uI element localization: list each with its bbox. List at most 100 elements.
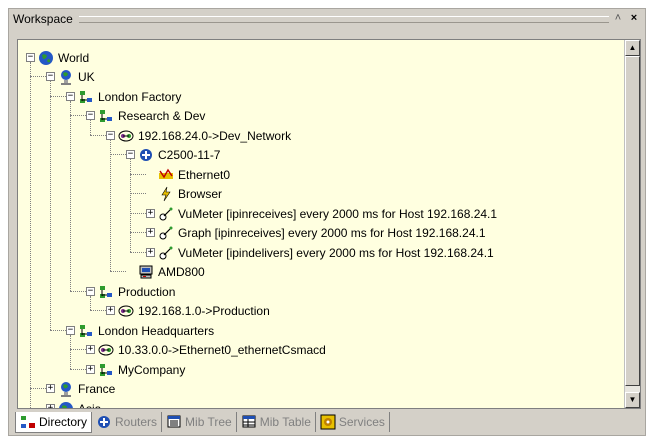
tree-line — [130, 159, 131, 252]
expand-icon[interactable]: + — [86, 365, 95, 374]
expand-icon[interactable]: + — [46, 404, 55, 408]
tree-node[interactable]: +10.33.0.0->Ethernet0_ethernetCsmacd — [86, 340, 326, 359]
meter-icon — [158, 225, 174, 241]
tree-line — [110, 140, 111, 271]
vertical-scrollbar[interactable]: ▲ ▼ — [624, 40, 640, 408]
directory-tree[interactable]: − World − UK − London Factory − Research & Dev −… — [17, 39, 641, 409]
tree-node[interactable]: AMD800 — [126, 262, 205, 281]
tree-node[interactable]: − UK — [46, 67, 95, 86]
tree-line — [70, 291, 86, 292]
collapse-icon[interactable]: − — [86, 111, 95, 120]
tree-node-label: Ethernet0 — [178, 167, 231, 182]
workspace-panel: Workspace ˄ × − World − UK − London Factory − R… — [8, 8, 646, 436]
mib-tree-icon — [166, 414, 182, 430]
tab-mib-tree[interactable]: Mib Tree — [162, 412, 237, 432]
tree-line — [110, 271, 126, 272]
tree-node[interactable]: − 192.168.24.0->Dev_Network — [106, 126, 291, 145]
tree-node-label: AMD800 — [158, 264, 205, 279]
interface-icon — [158, 167, 174, 183]
tree-line — [110, 154, 126, 155]
directory-icon — [20, 414, 36, 430]
pin-icon[interactable]: ˄ — [611, 11, 625, 25]
tab-label: Mib Table — [259, 415, 311, 429]
collapse-icon[interactable]: − — [26, 53, 35, 62]
routers-icon — [96, 414, 112, 430]
tree-line — [70, 115, 86, 116]
tree-node[interactable]: − Production — [86, 282, 175, 301]
router-icon — [138, 147, 154, 163]
tree-node-label: UK — [78, 69, 95, 84]
tree-node-label: VuMeter [ipindelivers] every 2000 ms for… — [178, 245, 494, 260]
tree-line — [70, 369, 86, 370]
browser-icon — [158, 186, 174, 202]
tree-node-label: Graph [ipinreceives] every 2000 ms for H… — [178, 225, 486, 240]
tree-node-label: London Factory — [98, 89, 182, 104]
tree-node-label: C2500-11-7 — [158, 147, 221, 162]
globe-icon — [38, 50, 54, 66]
expand-icon[interactable]: + — [46, 384, 55, 393]
tree-node[interactable]: − World — [26, 48, 89, 67]
tab-routers[interactable]: Routers — [92, 412, 163, 432]
tree-node-label: World — [58, 50, 90, 65]
globe-icon — [58, 401, 74, 408]
tab-label: Routers — [115, 415, 158, 429]
tab-services[interactable]: Services — [316, 412, 390, 432]
tree-line — [130, 174, 146, 175]
tree-node-label: London Headquarters — [98, 323, 215, 338]
tree-node[interactable]: +192.168.1.0->Production — [106, 301, 270, 320]
expand-icon[interactable]: + — [86, 345, 95, 354]
expand-icon[interactable]: + — [146, 209, 155, 218]
tree-line — [70, 349, 86, 350]
tree-node[interactable]: + VuMeter [ipindelivers] every 2000 ms fo… — [146, 243, 494, 262]
meter-icon — [158, 206, 174, 222]
tree-line — [90, 310, 106, 311]
tree-node-label: Research & Dev — [118, 108, 206, 123]
tree-node[interactable]: + MyCompany — [86, 360, 185, 379]
tree-node-label: Production — [118, 284, 176, 299]
scroll-down-icon[interactable]: ▼ — [625, 392, 640, 408]
tree-node[interactable]: − Research & Dev — [86, 106, 205, 125]
subnet-icon — [118, 128, 134, 144]
tab-directory[interactable]: Directory — [15, 411, 93, 433]
expand-icon[interactable]: + — [146, 228, 155, 237]
tree-node[interactable]: + VuMeter [ipinreceives] every 2000 ms fo… — [146, 204, 497, 223]
tree-line — [30, 62, 31, 408]
collapse-icon[interactable]: − — [46, 72, 55, 81]
flag-icon — [58, 381, 74, 397]
scroll-thumb[interactable] — [625, 56, 640, 386]
tree-line — [50, 81, 51, 330]
tab-mib-table[interactable]: Mib Table — [237, 412, 316, 432]
tree-node[interactable]: − London Headquarters — [66, 321, 214, 340]
subnet-icon — [118, 303, 134, 319]
computer-icon — [138, 264, 154, 280]
collapse-icon[interactable]: − — [106, 131, 115, 140]
tree-node[interactable]: Browser — [146, 184, 222, 203]
collapse-icon[interactable]: − — [66, 92, 75, 101]
tree-node[interactable]: + France — [46, 379, 115, 398]
tree-node-label: 192.168.1.0->Production — [138, 303, 270, 318]
titlebar-grip — [79, 16, 609, 23]
tree-node[interactable]: + Graph [ipinreceives] every 2000 ms for … — [146, 223, 486, 242]
expand-icon[interactable]: + — [146, 248, 155, 257]
collapse-icon[interactable]: − — [66, 326, 75, 335]
network-icon — [98, 108, 114, 124]
tree-node[interactable]: − London Factory — [66, 87, 181, 106]
subnet-icon — [98, 342, 114, 358]
tree-line — [70, 101, 71, 291]
network-icon — [98, 362, 114, 378]
collapse-icon[interactable]: − — [86, 287, 95, 296]
tree-content: − World − UK − London Factory − Research & Dev −… — [18, 40, 624, 408]
network-icon — [78, 89, 94, 105]
scroll-up-icon[interactable]: ▲ — [625, 40, 640, 56]
tree-line — [130, 232, 146, 233]
expand-icon[interactable]: + — [106, 306, 115, 315]
tree-node[interactable]: − C2500-11-7 — [126, 145, 220, 164]
services-icon — [320, 414, 336, 430]
tree-node-label: 10.33.0.0->Ethernet0_ethernetCsmacd — [118, 342, 326, 357]
collapse-icon[interactable]: − — [126, 150, 135, 159]
close-icon[interactable]: × — [627, 11, 641, 25]
tree-node[interactable]: + Asia — [46, 399, 101, 408]
workspace-titlebar[interactable]: Workspace ˄ × — [9, 9, 645, 29]
tree-node[interactable]: Ethernet0 — [146, 165, 230, 184]
tree-line — [130, 193, 146, 194]
